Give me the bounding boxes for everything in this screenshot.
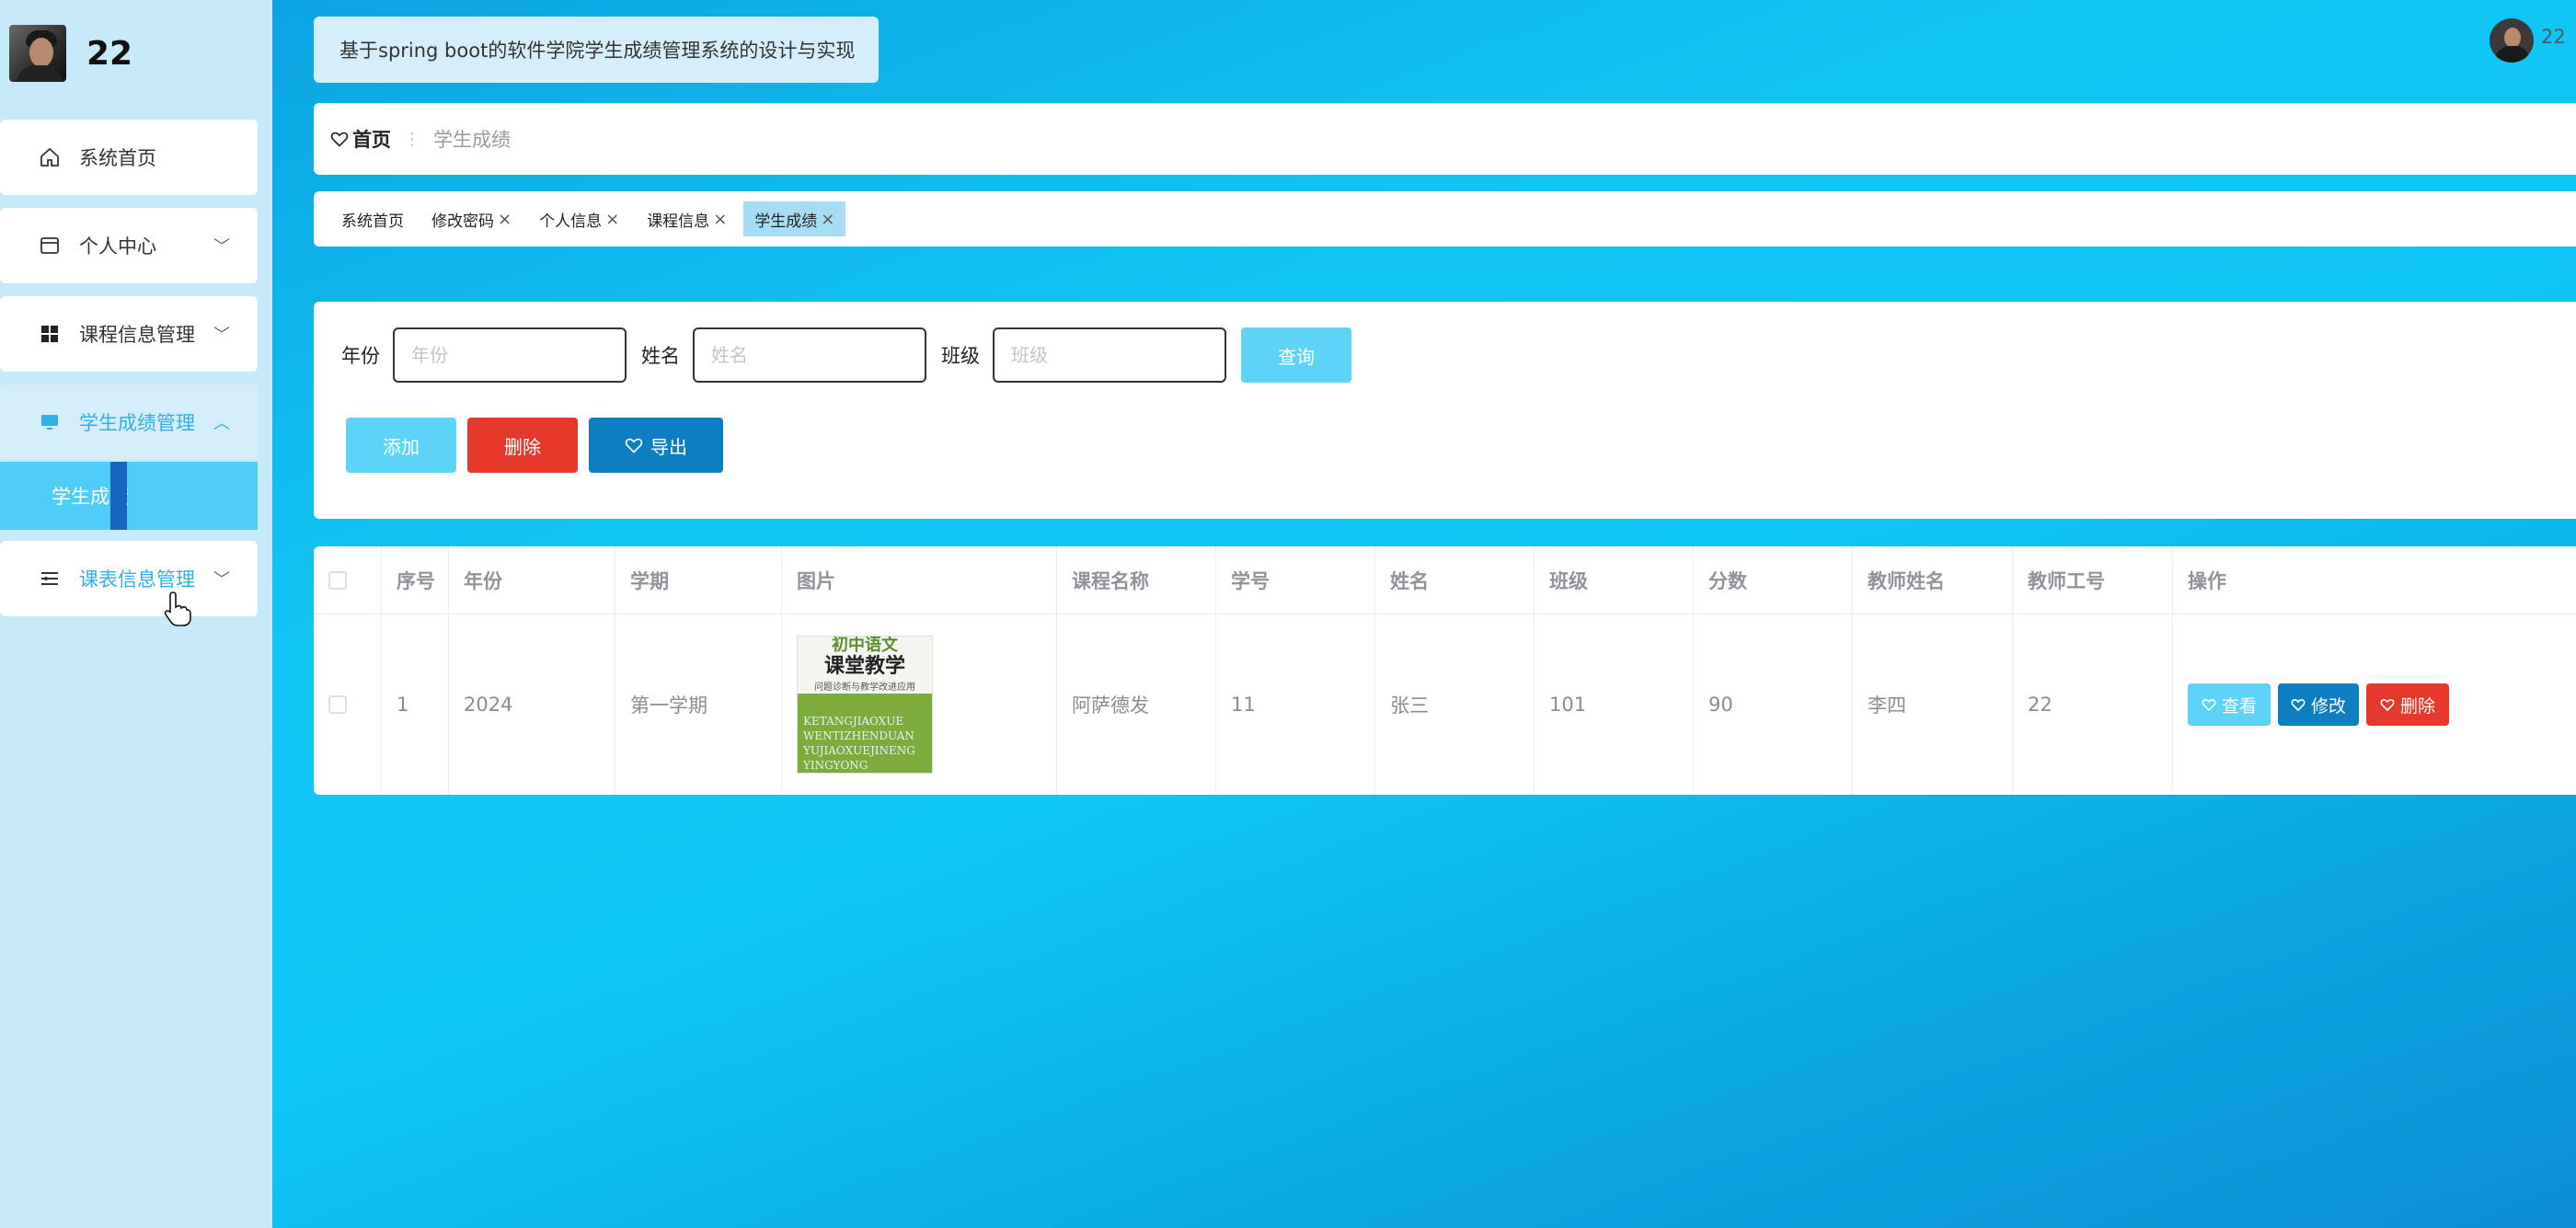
header-image[interactable]: 图片 xyxy=(782,546,1057,614)
tab-personal-info[interactable]: 个人信息 × xyxy=(528,201,630,236)
sidebar-item-label: 课表信息管理 xyxy=(79,568,195,591)
sidebar-item-label: 课程信息管理 xyxy=(79,324,195,346)
tab-home[interactable]: 系统首页 xyxy=(330,201,415,236)
header-score[interactable]: 分数 xyxy=(1694,546,1853,614)
cell-term: 第一学期 xyxy=(615,614,782,795)
chevron-down-icon: ﹀ xyxy=(213,237,230,257)
grid-icon xyxy=(37,321,63,347)
sidebar-item-grades[interactable]: 学生成绩管理 ︿ xyxy=(0,384,258,460)
header-term[interactable]: 学期 xyxy=(615,546,782,614)
tabs-bar: 系统首页 修改密码 × 个人信息 × 课程信息 × 学生成绩 × xyxy=(314,191,2576,247)
name-label: 姓名 xyxy=(641,345,680,367)
heart-icon xyxy=(2291,699,2306,712)
home-icon xyxy=(37,144,63,170)
chevron-down-icon: ﹀ xyxy=(213,570,230,590)
sidebar-item-label: 个人中心 xyxy=(79,235,156,258)
close-icon[interactable]: × xyxy=(821,210,834,229)
close-icon[interactable]: × xyxy=(605,210,619,229)
header-name[interactable]: 姓名 xyxy=(1375,546,1535,614)
heart-icon xyxy=(2202,699,2216,712)
export-button[interactable]: 导出 xyxy=(589,418,723,473)
heart-icon xyxy=(625,438,643,453)
header-course[interactable]: 课程名称 xyxy=(1057,546,1216,614)
list-icon xyxy=(37,566,63,591)
row-checkbox[interactable] xyxy=(328,695,347,714)
delete-button[interactable]: 删除 xyxy=(467,418,578,473)
cell-class: 101 xyxy=(1535,614,1694,795)
class-input[interactable] xyxy=(993,327,1226,383)
search-form: 年份 姓名 班级 查询 xyxy=(341,327,1351,383)
header-operations: 操作 xyxy=(2188,569,2226,592)
course-book-image[interactable]: 初中语文 课堂教学 问题诊断与教学改进应用 KETANGJIAOXUE WENT… xyxy=(797,636,933,774)
sidebar-username: 22 xyxy=(86,34,133,73)
cell-name: 张三 xyxy=(1375,614,1535,795)
close-icon[interactable]: × xyxy=(713,210,727,229)
cell-teacher-no: 22 xyxy=(2013,614,2173,795)
breadcrumb-separator: ⋮ xyxy=(404,129,420,149)
sidebar: 22 系统首页 个人中心 ﹀ 课程信息管理 ﹀ 学生成绩管理 ︿ 学生成绩 课表… xyxy=(0,0,272,1228)
active-marker xyxy=(110,462,127,530)
header-username[interactable]: 22 xyxy=(2541,26,2566,48)
cell-operations: 查看 修改 删除 xyxy=(2173,614,2576,795)
header-teacher-name[interactable]: 教师姓名 xyxy=(1853,546,2013,614)
select-all-checkbox[interactable] xyxy=(328,570,347,590)
breadcrumb: 首页 ⋮ 学生成绩 xyxy=(314,103,2576,175)
row-delete-button[interactable]: 删除 xyxy=(2366,683,2449,726)
table-header: 序号 年份 学期 图片 课程名称 学号 姓名 班级 分数 教师姓名 教师工号 操… xyxy=(314,546,2576,614)
avatar[interactable] xyxy=(9,25,66,82)
tab-change-password[interactable]: 修改密码 × xyxy=(420,201,523,236)
class-label: 班级 xyxy=(941,345,980,367)
chevron-up-icon: ︿ xyxy=(213,414,230,433)
heart-icon xyxy=(330,132,349,147)
year-label: 年份 xyxy=(341,345,380,367)
tab-course-info[interactable]: 课程信息 × xyxy=(636,201,738,236)
monitor-icon xyxy=(37,409,63,435)
sidebar-item-home[interactable]: 系统首页 xyxy=(0,120,258,195)
sidebar-item-course-info[interactable]: 课程信息管理 ﹀ xyxy=(0,296,258,372)
sidebar-header: 22 xyxy=(9,24,132,83)
breadcrumb-home[interactable]: 首页 xyxy=(330,125,391,153)
breadcrumb-current: 学生成绩 xyxy=(433,129,511,151)
hand-cursor-icon xyxy=(164,591,191,626)
cell-score: 90 xyxy=(1694,614,1853,795)
year-input[interactable] xyxy=(393,327,627,383)
name-input[interactable] xyxy=(693,327,926,383)
close-icon[interactable]: × xyxy=(498,210,512,229)
header-year[interactable]: 年份 xyxy=(449,546,615,614)
header-index[interactable]: 序号 xyxy=(382,546,449,614)
tab-student-grades[interactable]: 学生成绩 × xyxy=(743,201,846,236)
cell-year: 2024 xyxy=(449,614,615,795)
header-teacher-no[interactable]: 教师工号 xyxy=(2013,546,2173,614)
search-panel: 年份 姓名 班级 查询 添加 删除 导出 xyxy=(314,302,2576,519)
view-button[interactable]: 查看 xyxy=(2188,683,2271,726)
card-icon xyxy=(37,233,63,258)
user-avatar[interactable] xyxy=(2490,18,2534,63)
page-title: 基于spring boot的软件学院学生成绩管理系统的设计与实现 xyxy=(314,17,879,83)
sidebar-item-label: 学生成绩管理 xyxy=(79,412,195,434)
chevron-down-icon: ﹀ xyxy=(213,326,230,345)
sidebar-subitem-student-grades[interactable]: 学生成绩 xyxy=(0,462,258,530)
cell-course: 阿萨德发 xyxy=(1057,614,1216,795)
sidebar-item-personal-center[interactable]: 个人中心 ﹀ xyxy=(0,208,258,283)
grades-table: 序号 年份 学期 图片 课程名称 学号 姓名 班级 分数 教师姓名 教师工号 操… xyxy=(314,546,2576,795)
edit-button[interactable]: 修改 xyxy=(2278,683,2359,726)
header-class[interactable]: 班级 xyxy=(1535,546,1694,614)
sidebar-item-timetable[interactable]: 课表信息管理 ﹀ xyxy=(0,541,258,616)
sidebar-item-label: 系统首页 xyxy=(79,147,156,169)
cell-student-no: 11 xyxy=(1216,614,1375,795)
heart-icon xyxy=(2380,699,2395,712)
add-button[interactable]: 添加 xyxy=(346,418,456,473)
query-button[interactable]: 查询 xyxy=(1241,327,1351,383)
table-row: 1 2024 第一学期 初中语文 课堂教学 问题诊断与教学改进应用 KETANG… xyxy=(314,614,2576,795)
cell-index: 1 xyxy=(382,614,449,795)
action-buttons: 添加 删除 导出 xyxy=(346,418,723,473)
header-student-no[interactable]: 学号 xyxy=(1216,546,1375,614)
cell-teacher-name: 李四 xyxy=(1853,614,2013,795)
